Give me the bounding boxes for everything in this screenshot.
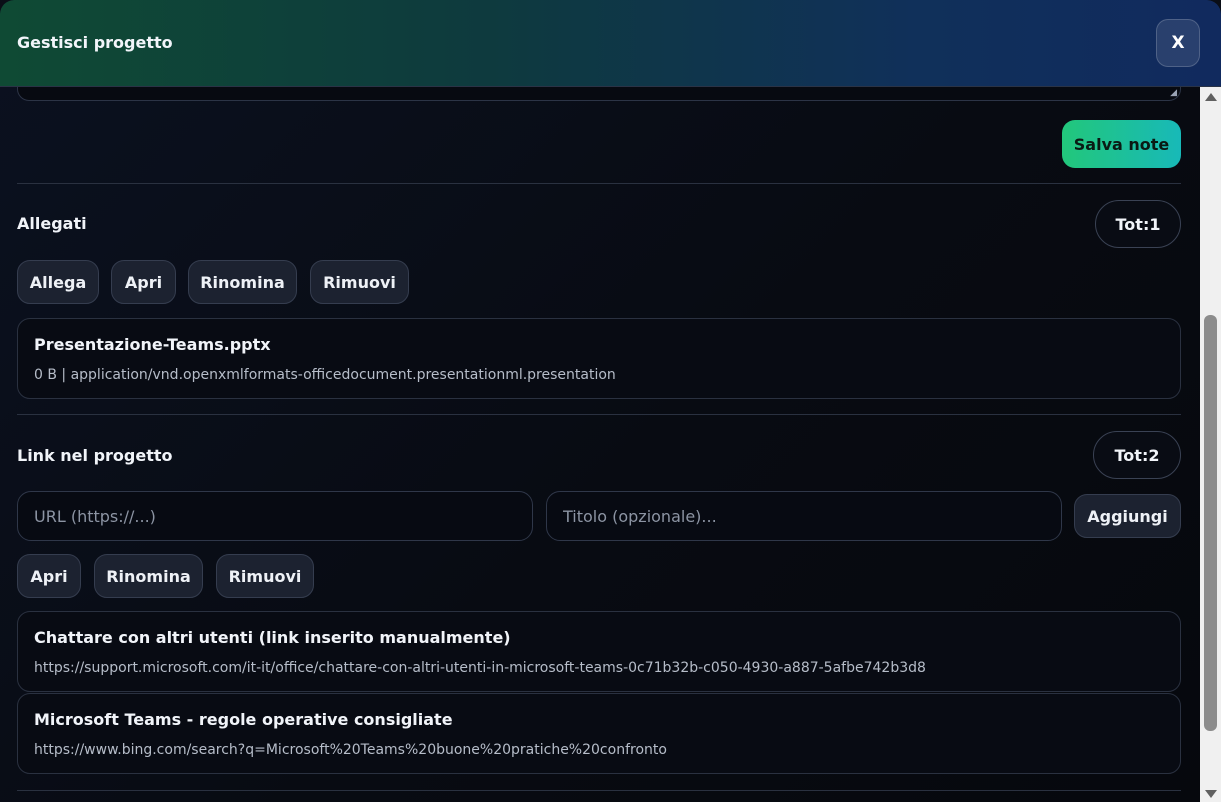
- attach-button[interactable]: Allega: [17, 260, 99, 304]
- open-attachment-button[interactable]: Apri: [111, 260, 176, 304]
- rename-link-button[interactable]: Rinomina: [94, 554, 203, 598]
- total-label: Tot:: [1115, 214, 1150, 234]
- dialog-header: Gestisci progetto X: [0, 0, 1221, 87]
- link-item[interactable]: Microsoft Teams - regole operative consi…: [17, 693, 1181, 774]
- attachment-item[interactable]: Presentazione-Teams.pptx 0 B | applicati…: [17, 318, 1181, 399]
- scrollbar[interactable]: [1200, 87, 1221, 802]
- resize-handle-icon[interactable]: ◢: [1170, 89, 1177, 98]
- attachments-title: Allegati: [17, 214, 87, 233]
- total-count: 1: [1149, 214, 1161, 234]
- attachment-meta: 0 B | application/vnd.openxmlformats-off…: [34, 367, 616, 383]
- total-label: Tot:: [1114, 445, 1149, 465]
- close-button[interactable]: X: [1156, 19, 1200, 67]
- section-divider: [17, 790, 1181, 791]
- link-title: Microsoft Teams - regole operative consi…: [34, 710, 453, 729]
- attachment-name: Presentazione-Teams.pptx: [34, 335, 271, 354]
- add-link-button[interactable]: Aggiungi: [1074, 494, 1181, 538]
- attachments-total-badge: Tot: 1: [1095, 200, 1181, 248]
- link-title: Chattare con altri utenti (link inserito…: [34, 628, 511, 647]
- remove-link-button[interactable]: Rimuovi: [216, 554, 314, 598]
- dialog-content: ◢ Salva note Allegati Tot: 1 Allega Apri…: [0, 87, 1200, 802]
- scroll-down-arrow-icon[interactable]: [1205, 790, 1217, 798]
- notes-textarea[interactable]: ◢: [17, 87, 1181, 101]
- link-item[interactable]: Chattare con altri utenti (link inserito…: [17, 611, 1181, 692]
- dialog-title: Gestisci progetto: [17, 33, 173, 52]
- scrollbar-thumb[interactable]: [1204, 315, 1217, 731]
- total-count: 2: [1148, 445, 1160, 465]
- url-input[interactable]: [17, 491, 533, 541]
- links-title: Link nel progetto: [17, 446, 173, 465]
- scroll-up-arrow-icon[interactable]: [1205, 93, 1217, 101]
- link-title-input[interactable]: [546, 491, 1062, 541]
- section-divider: [17, 183, 1181, 184]
- remove-attachment-button[interactable]: Rimuovi: [310, 260, 409, 304]
- links-total-badge: Tot: 2: [1093, 431, 1181, 479]
- link-url: https://support.microsoft.com/it-it/offi…: [34, 660, 926, 676]
- link-url: https://www.bing.com/search?q=Microsoft%…: [34, 742, 667, 758]
- save-notes-button[interactable]: Salva note: [1062, 120, 1181, 168]
- open-link-button[interactable]: Apri: [17, 554, 81, 598]
- manage-project-dialog: Gestisci progetto X ◢ Salva note Allegat…: [0, 0, 1221, 802]
- section-divider: [17, 414, 1181, 415]
- rename-attachment-button[interactable]: Rinomina: [188, 260, 297, 304]
